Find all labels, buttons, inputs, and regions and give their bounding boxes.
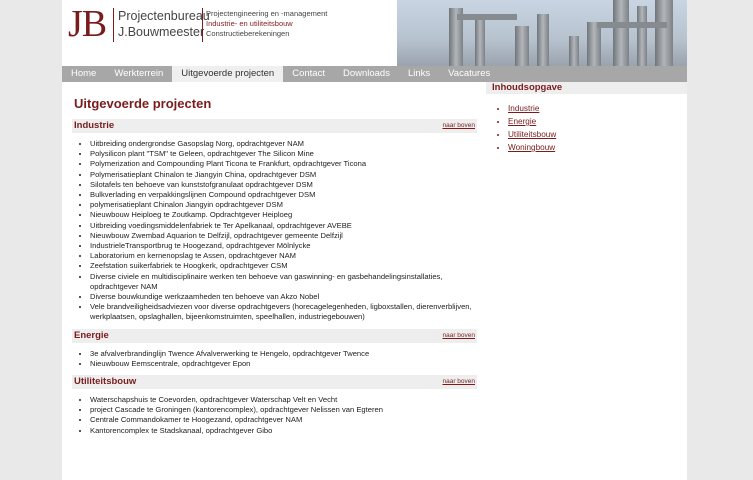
list-item: IndustrieleTransportbrug te Hoogezand, o… bbox=[90, 241, 477, 251]
list-item: Bulkverlading en verpakkingslijnen Compo… bbox=[90, 190, 477, 200]
list-item: Silotafels ten behoeve van kunststofgran… bbox=[90, 180, 477, 190]
nav-item-uitgevoerde-projecten[interactable]: Uitgevoerde projecten bbox=[172, 66, 284, 82]
nav-item-links[interactable]: Links bbox=[399, 66, 439, 82]
toc-link-industrie[interactable]: Industrie bbox=[508, 102, 687, 115]
toc-link-woningbouw[interactable]: Woningbouw bbox=[508, 141, 687, 154]
main-content: Uitgevoerde projecten Industrie naar bove… bbox=[72, 92, 477, 442]
section-heading-energie: Energie naar boven bbox=[72, 328, 477, 343]
project-sections: Industrie naar boven Uitbreiding ondergron… bbox=[72, 119, 477, 436]
project-list: Uitbreiding ondergrondse Gasopslag Norg,… bbox=[72, 139, 477, 323]
tagline-line2: Industrie- en utiliteitsbouw bbox=[206, 19, 293, 28]
page-title: Uitgevoerde projecten bbox=[74, 96, 212, 111]
list-item: Kantorencomplex te Stadskanaal, opdracht… bbox=[90, 426, 477, 436]
main-nav: Home Werkterrein Uitgevoerde projecten Cont… bbox=[62, 66, 687, 82]
list-item: Polymerization and Compounding Plant Tic… bbox=[90, 159, 477, 169]
back-to-top-link[interactable]: naar boven bbox=[442, 329, 475, 343]
nav-item-home[interactable]: Home bbox=[62, 66, 105, 82]
section-title: Industrie bbox=[74, 120, 115, 131]
company-name: Projectenbureau J.Bouwmeester bbox=[118, 8, 210, 40]
section-title: Utiliteitsbouw bbox=[74, 376, 137, 388]
sidebar: Inhoudsopgave IndustrieEnergieUtiliteits… bbox=[486, 82, 687, 154]
list-item: Laboratorium en kernenopslag te Assen, o… bbox=[90, 251, 477, 261]
toc-heading: Inhoudsopgave bbox=[486, 82, 687, 94]
nav-item-werkterrein[interactable]: Werkterrein bbox=[105, 66, 172, 82]
list-item: Nieuwbouw Zwembad Aquarion te Delfzijl, … bbox=[90, 231, 477, 241]
list-item: Nieuwbouw Eemscentrale, opdrachtgever Ep… bbox=[90, 359, 477, 369]
tagline-line1: Projectengineering en -management bbox=[206, 9, 328, 18]
project-list: 3e afvalverbrandinglijn Twence Afvalverw… bbox=[72, 349, 477, 369]
list-item: Polysilicon plant "TSM" te Geleen, opdra… bbox=[90, 149, 477, 159]
company-name-line1: Projectenbureau bbox=[118, 9, 210, 23]
tagline-divider bbox=[202, 8, 203, 42]
list-item: Diverse bouwkundige werkzaamheden ten be… bbox=[90, 292, 477, 302]
list-item: Nieuwbouw Heiploeg te Zoutkamp. Opdracht… bbox=[90, 210, 477, 220]
site-header: JB Projectenbureau J.Bouwmeester Project… bbox=[62, 0, 687, 66]
section-title: Energie bbox=[74, 329, 109, 341]
nav-item-vacatures[interactable]: Vacatures bbox=[439, 66, 499, 82]
logo-divider bbox=[113, 8, 114, 42]
list-item: polymerisatieplant Chinalon Jiangyin opd… bbox=[90, 200, 477, 210]
toc-link-energie[interactable]: Energie bbox=[508, 115, 687, 128]
logo-initials[interactable]: JB bbox=[68, 4, 107, 44]
tagline: Projectengineering en -management Indust… bbox=[206, 9, 327, 39]
toc-link-utiliteitsbouw[interactable]: Utiliteitsbouw bbox=[508, 128, 687, 141]
list-item: 3e afvalverbrandinglijn Twence Afvalverw… bbox=[90, 349, 477, 359]
list-item: Diverse civiele en multidisciplinaire we… bbox=[90, 272, 477, 292]
list-item: Polymerisatieplant Chinalon te Jiangyin … bbox=[90, 170, 477, 180]
project-list: Waterschapshuis te Coevorden, opdrachtge… bbox=[72, 395, 477, 436]
list-item: project Cascade te Groningen (kantorenco… bbox=[90, 405, 477, 415]
back-to-top-link[interactable]: naar boven bbox=[442, 375, 475, 389]
list-item: Centrale Commandokamer te Hoogezand, opd… bbox=[90, 415, 477, 425]
back-to-top-link[interactable]: naar boven bbox=[442, 119, 475, 133]
list-item: Uitbreiding ondergrondse Gasopslag Norg,… bbox=[90, 139, 477, 149]
nav-item-contact[interactable]: Contact bbox=[283, 66, 334, 82]
tagline-line3: Constructieberekeningen bbox=[206, 29, 290, 38]
list-item: Zeefstation suikerfabriek te Hoogkerk, o… bbox=[90, 261, 477, 271]
list-item: Vele brandveiligheidsadviezen voor diver… bbox=[90, 302, 477, 322]
company-name-line2: J.Bouwmeester bbox=[118, 25, 205, 39]
list-item: Waterschapshuis te Coevorden, opdrachtge… bbox=[90, 395, 477, 405]
section-heading-utiliteitsbouw: Utiliteitsbouw naar boven bbox=[72, 375, 477, 390]
section-heading-industrie: Industrie naar boven bbox=[72, 119, 477, 133]
toc-list: IndustrieEnergieUtiliteitsbouwWoningbouw bbox=[486, 102, 687, 154]
page: JB Projectenbureau J.Bouwmeester Project… bbox=[62, 0, 687, 480]
nav-item-downloads[interactable]: Downloads bbox=[334, 66, 399, 82]
construction-photo bbox=[397, 0, 687, 66]
list-item: Uitbreiding voedingsmiddelenfabriek te T… bbox=[90, 221, 477, 231]
